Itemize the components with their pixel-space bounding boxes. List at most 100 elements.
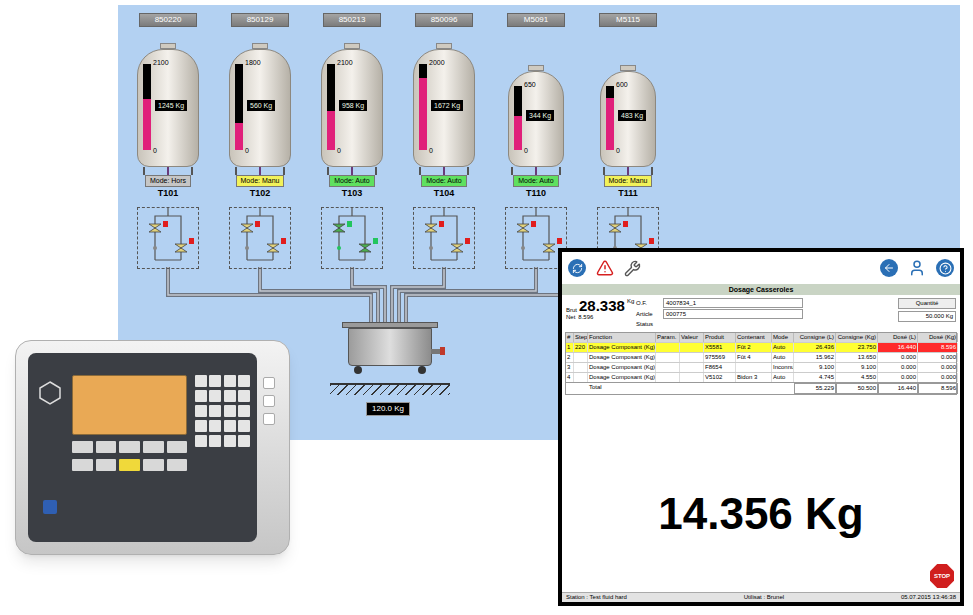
mode-badge[interactable]: Mode: Auto (329, 175, 374, 187)
tank-unit[interactable]: 850213 2100 0 958 Kg Mode: AutoT103 (306, 13, 398, 269)
scale-platform (330, 383, 450, 395)
mode-badge[interactable]: Mode: Manu (604, 175, 653, 187)
tank-unit[interactable]: M5115 600 0 483 Kg Mode: ManuT111 (582, 13, 674, 269)
quantity-field[interactable]: 50.000 Kg (898, 311, 956, 322)
big-reading: 14.356 Kg (658, 492, 863, 536)
valve-box[interactable] (413, 207, 475, 269)
order-field[interactable]: O.F.4007834_1 (636, 298, 892, 308)
level-fill (235, 123, 243, 150)
tank-unit[interactable]: M5091 650 0 344 Kg Mode: AutoT110 (490, 13, 582, 269)
help-icon[interactable] (939, 262, 952, 275)
tank-body: 2100 0 1245 Kg (137, 49, 199, 167)
table-row[interactable]: 1220Dosage Composant (Kg)X5581Fût 2Auto2… (566, 342, 956, 352)
mode-badge[interactable]: Mode: Hors (145, 175, 191, 187)
tank-reading: 560 Kg (247, 100, 275, 111)
gross-weight: Brut28.338KgNet8.596 (566, 298, 630, 322)
level-gauge (419, 64, 427, 150)
gauge-min: 0 (153, 147, 157, 154)
net-weight: Net8.596 (566, 313, 630, 322)
tank-unit[interactable]: 850096 2000 0 1672 Kg Mode: AutoT104 (398, 13, 490, 269)
tank-name: T101 (158, 187, 179, 199)
page: 850220 2100 0 1245 Kg Mode: HorsT101 850129 18… (0, 0, 973, 615)
tablet-window: Dosage Casseroles Brut28.338KgNet8.596 O.F… (558, 248, 964, 606)
table-row[interactable]: 2Dosage Composant (Kg)975569Fût 4Auto15.… (566, 352, 956, 362)
valve-group-icon (415, 208, 473, 268)
tank-name: T102 (250, 187, 271, 199)
order-field: Status (636, 320, 892, 329)
tank-reading: 1672 Kg (431, 100, 463, 111)
gauge-max: 2100 (337, 59, 353, 66)
mode-badge[interactable]: Mode: Manu (236, 175, 285, 187)
valve-box[interactable] (321, 207, 383, 269)
gauge-max: 1800 (245, 59, 261, 66)
tank-reading: 483 Kg (618, 110, 646, 121)
refresh-icon[interactable] (572, 263, 583, 274)
screen-title: Dosage Casseroles (562, 284, 960, 295)
tank-unit[interactable]: 850129 1800 0 560 Kg Mode: ManuT102 (214, 13, 306, 269)
valve-group-icon (231, 208, 289, 268)
tools-icon[interactable] (624, 260, 641, 277)
tank-name: T110 (526, 187, 546, 199)
tank-code: M5091 (507, 13, 565, 27)
tank-body: 2000 0 1672 Kg (413, 49, 475, 167)
gauge-max: 600 (616, 81, 628, 88)
tank-body: 650 0 344 Kg (508, 71, 564, 167)
tank-body: 2100 0 958 Kg (321, 49, 383, 167)
valve-box[interactable] (229, 207, 291, 269)
quantity-button[interactable]: Quantité (898, 298, 956, 309)
gauge-min: 0 (245, 147, 249, 154)
tank-code: 850220 (139, 13, 197, 27)
warning-icon[interactable] (596, 259, 614, 277)
tank-code: 850213 (323, 13, 381, 27)
table-row[interactable]: 4Dosage Composant (Kg)V5102Bidon 3Auto4.… (566, 372, 956, 382)
toolbar (562, 252, 960, 284)
tank-reading: 958 Kg (339, 100, 367, 111)
level-fill (419, 78, 427, 150)
tank-code: 850129 (231, 13, 289, 27)
stop-button[interactable]: STOP (930, 564, 954, 588)
valve-box[interactable] (137, 207, 199, 269)
status-bar: Station : Test fluid hardUtilisat : Brun… (562, 592, 960, 602)
tank-unit[interactable]: 850220 2100 0 1245 Kg Mode: HorsT101 (122, 13, 214, 269)
terminal-display (72, 375, 187, 435)
level-fill (514, 116, 522, 150)
mode-badge[interactable]: Mode: Auto (513, 175, 558, 187)
tank-code: M5115 (599, 13, 657, 27)
tank-body: 1800 0 560 Kg (229, 49, 291, 167)
gauge-max: 2000 (429, 59, 445, 66)
level-fill (327, 111, 335, 150)
valve-group-icon (139, 208, 197, 268)
valve-group-icon (507, 208, 565, 268)
tank-name: T104 (434, 187, 455, 199)
ex-logo-icon (38, 381, 62, 405)
table-header: #StepFonctionParam.ValeurProduitContenan… (566, 333, 956, 342)
level-gauge (235, 64, 243, 150)
gauge-max: 2100 (153, 59, 169, 66)
mode-badge[interactable]: Mode: Auto (421, 175, 466, 187)
order-field[interactable]: Article000775 (636, 309, 892, 319)
gauge-min: 0 (429, 147, 433, 154)
gauge-min: 0 (524, 147, 528, 154)
gauge-min: 0 (337, 147, 341, 154)
mixer-pot (340, 322, 440, 380)
table-row[interactable]: 3Dosage Composant (Kg)F8654Inconnu9.1009… (566, 362, 956, 372)
tank-name: T111 (618, 187, 638, 199)
tank-body: 600 0 483 Kg (600, 71, 656, 167)
back-icon[interactable] (883, 262, 895, 274)
level-gauge (514, 86, 522, 150)
valve-group-icon (323, 208, 381, 268)
level-gauge (143, 64, 151, 150)
tank-reading: 344 Kg (526, 110, 554, 121)
gauge-min: 0 (616, 147, 620, 154)
level-gauge (606, 86, 614, 150)
steps-table: #StepFonctionParam.ValeurProduitContenan… (565, 332, 957, 395)
tank-code: 850096 (415, 13, 473, 27)
table-total: Total55.22950.50016.4408.596 (566, 382, 956, 394)
tank-reading: 1245 Kg (155, 100, 187, 111)
weighing-terminal (15, 340, 290, 555)
gauge-max: 650 (524, 81, 536, 88)
level-gauge (327, 64, 335, 150)
tank-name: T103 (342, 187, 363, 199)
user-icon[interactable] (908, 259, 926, 277)
mixer-reading: 120.0 Kg (366, 402, 410, 416)
